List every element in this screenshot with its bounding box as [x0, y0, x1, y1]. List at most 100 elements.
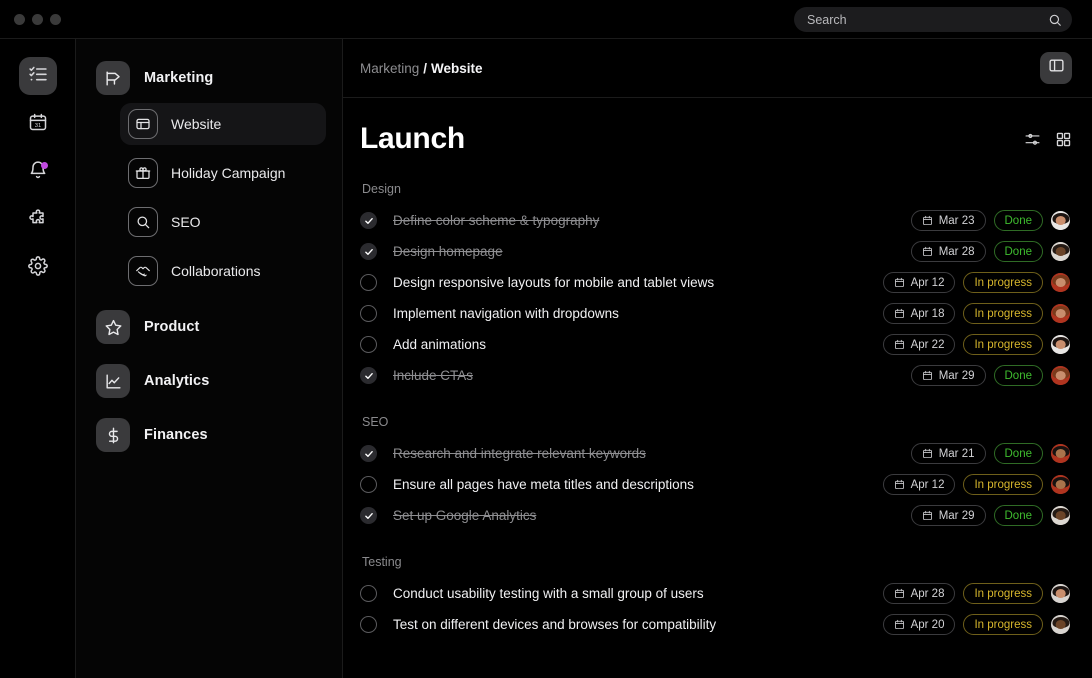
checkbox-checked-icon[interactable]: [360, 243, 377, 260]
task-due-date-pill[interactable]: Mar 23: [910, 210, 986, 231]
task-row[interactable]: Ensure all pages have meta titles and de…: [360, 469, 1072, 500]
calendar-icon: [894, 339, 905, 350]
checkbox-checked-icon[interactable]: [360, 445, 377, 462]
task-row[interactable]: Test on different devices and browses fo…: [360, 609, 1072, 640]
breadcrumb-current: Website: [431, 60, 483, 76]
grid-view-icon[interactable]: [1055, 131, 1072, 148]
task-status-badge[interactable]: In progress: [963, 334, 1043, 355]
task-meta: Mar 21 Done: [910, 443, 1070, 464]
rail-item-notifications[interactable]: [19, 153, 57, 191]
sidebar-item-holiday-campaign[interactable]: Holiday Campaign: [120, 152, 326, 194]
task-row[interactable]: Set up Google Analytics Mar 29 Done: [360, 500, 1072, 531]
checkbox-unchecked-icon[interactable]: [360, 476, 377, 493]
assignee-avatar[interactable]: [1051, 304, 1070, 323]
task-row[interactable]: Include CTAs Mar 29 Done: [360, 360, 1072, 391]
avatar-face: [1055, 448, 1066, 459]
task-due-date-pill[interactable]: Apr 20: [882, 614, 956, 635]
task-due-date-pill[interactable]: Mar 21: [910, 443, 986, 464]
task-status-badge[interactable]: In progress: [963, 474, 1043, 495]
line-chart-icon: [96, 364, 130, 398]
checkbox-unchecked-icon[interactable]: [360, 274, 377, 291]
task-row[interactable]: Design responsive layouts for mobile and…: [360, 267, 1072, 298]
checkbox-checked-icon[interactable]: [360, 507, 377, 524]
task-due-date-pill[interactable]: Mar 28: [910, 241, 986, 262]
checkbox-unchecked-icon[interactable]: [360, 305, 377, 322]
checkbox-unchecked-icon[interactable]: [360, 585, 377, 602]
main-panel: Marketing / Website Launch Design Define…: [343, 39, 1092, 678]
project-sidebar: Marketing Website Holiday Campaign SEO C…: [76, 39, 343, 678]
assignee-avatar[interactable]: [1051, 506, 1070, 525]
window-controls[interactable]: [14, 13, 61, 25]
assignee-avatar[interactable]: [1051, 335, 1070, 354]
task-due-date-label: Mar 29: [938, 369, 975, 382]
rail-item-tasks[interactable]: [18, 57, 57, 95]
task-status-badge[interactable]: Done: [993, 505, 1043, 526]
task-row[interactable]: Design homepage Mar 28 Done: [360, 236, 1072, 267]
task-status-badge[interactable]: Done: [993, 365, 1043, 386]
task-meta: Mar 28 Done: [910, 241, 1070, 262]
task-meta: Mar 29 Done: [910, 365, 1070, 386]
calendar-icon: [922, 448, 933, 459]
rail-item-integrations[interactable]: [19, 201, 57, 239]
task-due-date-pill[interactable]: Apr 12: [882, 474, 956, 495]
assignee-avatar[interactable]: [1051, 475, 1070, 494]
calendar-icon: [894, 308, 905, 319]
sidebar-group-analytics: Analytics: [92, 358, 326, 404]
sidebar-item-website[interactable]: Website: [120, 103, 326, 145]
sidebar-item-seo[interactable]: SEO: [120, 201, 326, 243]
app-window: 31: [0, 0, 1092, 678]
checkbox-unchecked-icon[interactable]: [360, 336, 377, 353]
sidebar-item-collaborations[interactable]: Collaborations: [120, 250, 326, 292]
task-status-badge[interactable]: In progress: [963, 303, 1043, 324]
task-due-date-pill[interactable]: Apr 22: [882, 334, 956, 355]
task-status-badge[interactable]: Done: [993, 241, 1043, 262]
task-name: Implement navigation with dropdowns: [393, 306, 619, 321]
task-due-date-pill[interactable]: Mar 29: [910, 505, 986, 526]
search-bar[interactable]: [794, 7, 1072, 32]
sidebar-panel-toggle-button[interactable]: [1040, 52, 1072, 84]
checkbox-checked-icon[interactable]: [360, 367, 377, 384]
sidebar-group-header-finances[interactable]: Finances: [92, 412, 326, 458]
maximize-window-button[interactable]: [50, 13, 61, 25]
task-row[interactable]: Add animations Apr 22 In progress: [360, 329, 1072, 360]
task-name: Define color scheme & typography: [393, 213, 600, 228]
task-meta: Mar 29 Done: [910, 505, 1070, 526]
assignee-avatar[interactable]: [1051, 211, 1070, 230]
assignee-avatar[interactable]: [1051, 615, 1070, 634]
task-row[interactable]: Conduct usability testing with a small g…: [360, 578, 1072, 609]
breadcrumb-parent[interactable]: Marketing: [360, 61, 419, 76]
task-status-badge[interactable]: In progress: [963, 272, 1043, 293]
checkbox-checked-icon[interactable]: [360, 212, 377, 229]
task-meta: Mar 23 Done: [910, 210, 1070, 231]
task-row[interactable]: Research and integrate relevant keywords…: [360, 438, 1072, 469]
task-status-badge[interactable]: In progress: [963, 614, 1043, 635]
assignee-avatar[interactable]: [1051, 273, 1070, 292]
task-due-date-pill[interactable]: Mar 29: [910, 365, 986, 386]
task-status-badge[interactable]: Done: [993, 210, 1043, 231]
rail-item-calendar[interactable]: 31: [19, 105, 57, 143]
minimize-window-button[interactable]: [32, 13, 43, 25]
close-window-button[interactable]: [14, 13, 25, 25]
task-due-date-pill[interactable]: Apr 18: [882, 303, 956, 324]
filter-sliders-icon[interactable]: [1024, 131, 1041, 148]
task-name: Include CTAs: [393, 368, 474, 383]
checkbox-unchecked-icon[interactable]: [360, 616, 377, 633]
task-name: Research and integrate relevant keywords: [393, 446, 646, 461]
task-row[interactable]: Implement navigation with dropdowns Apr 1…: [360, 298, 1072, 329]
search-input[interactable]: [807, 12, 1048, 27]
assignee-avatar[interactable]: [1051, 584, 1070, 603]
sidebar-group-header-analytics[interactable]: Analytics: [92, 358, 326, 404]
sidebar-group-header-marketing[interactable]: Marketing: [92, 55, 326, 101]
rail-item-settings[interactable]: [19, 249, 57, 287]
sidebar-group-header-product[interactable]: Product: [92, 304, 326, 350]
handshake-icon: [128, 256, 158, 286]
task-status-badge[interactable]: In progress: [963, 583, 1043, 604]
task-due-date-pill[interactable]: Apr 28: [882, 583, 956, 604]
task-row[interactable]: Define color scheme & typography Mar 23 Do…: [360, 205, 1072, 236]
assignee-avatar[interactable]: [1051, 366, 1070, 385]
assignee-avatar[interactable]: [1051, 444, 1070, 463]
task-meta: Apr 12 In progress: [882, 474, 1070, 495]
task-status-badge[interactable]: Done: [993, 443, 1043, 464]
task-due-date-pill[interactable]: Apr 12: [882, 272, 956, 293]
assignee-avatar[interactable]: [1051, 242, 1070, 261]
